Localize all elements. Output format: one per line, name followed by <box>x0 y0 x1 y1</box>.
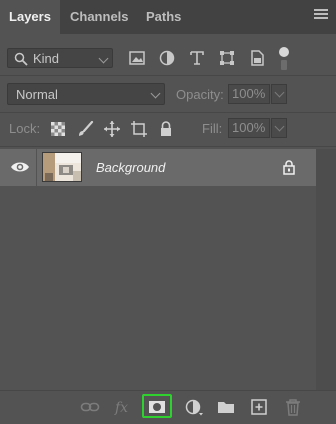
image-filter-icon[interactable] <box>128 49 146 67</box>
panel-menu-icon[interactable] <box>314 9 328 23</box>
tab-bar: Layers Channels Paths <box>0 0 336 34</box>
tab-channels[interactable]: Channels <box>70 0 129 34</box>
filter-kind-select[interactable]: Kind <box>7 48 113 68</box>
svg-text:fx: fx <box>114 400 128 416</box>
add-mask-icon[interactable] <box>147 398 167 416</box>
row-separator <box>36 149 37 186</box>
layer-row-background[interactable]: Background <box>0 149 316 186</box>
chevron-down-icon <box>98 53 109 64</box>
new-layer-icon[interactable] <box>249 398 269 416</box>
fill-input[interactable]: 100% <box>228 118 270 138</box>
divider <box>0 112 336 113</box>
lock-all-icon[interactable] <box>157 120 175 138</box>
delete-layer-icon[interactable] <box>283 398 303 416</box>
fill-dropdown[interactable] <box>271 118 287 138</box>
layer-name[interactable]: Background <box>96 160 165 175</box>
blend-mode-value: Normal <box>16 87 58 102</box>
fx-icon[interactable]: fx <box>113 398 133 416</box>
opacity-dropdown[interactable] <box>271 84 287 104</box>
layer-lock-icon <box>283 160 295 175</box>
adjustment-filter-icon[interactable] <box>158 49 176 67</box>
layer-thumbnail[interactable] <box>42 152 82 182</box>
shape-filter-icon[interactable] <box>218 49 236 67</box>
type-filter-icon[interactable] <box>188 49 206 67</box>
lock-label: Lock: <box>9 121 41 136</box>
layers-panel: Layers Channels Paths Kind Normal Opacit… <box>0 0 336 424</box>
link-layers-icon[interactable] <box>80 398 100 416</box>
opacity-label: Opacity: <box>176 87 224 102</box>
lock-artboard-icon[interactable] <box>130 120 148 138</box>
opacity-input[interactable]: 100% <box>228 84 270 104</box>
fill-label: Fill: <box>202 121 223 136</box>
filter-toggle-bar <box>281 60 287 70</box>
tab-layers[interactable]: Layers <box>0 0 60 34</box>
visibility-eye-icon[interactable] <box>10 159 30 175</box>
adjustment-layer-icon[interactable] <box>184 398 204 416</box>
smart-object-filter-icon[interactable] <box>248 49 266 67</box>
divider <box>0 75 336 76</box>
blend-mode-select[interactable]: Normal <box>7 83 165 105</box>
lock-image-pixels-icon[interactable] <box>76 120 94 138</box>
filter-toggle-icon[interactable] <box>279 47 289 57</box>
chevron-down-icon <box>274 121 285 132</box>
search-icon <box>14 52 28 66</box>
chevron-down-icon <box>274 87 285 98</box>
chevron-down-icon <box>150 88 161 99</box>
filter-kind-label: Kind <box>33 51 60 66</box>
thumbnail-image <box>43 153 81 181</box>
scrollbar[interactable] <box>316 149 336 390</box>
divider <box>0 146 336 147</box>
tab-paths[interactable]: Paths <box>146 0 181 34</box>
lock-transparent-pixels-icon[interactable] <box>49 120 67 138</box>
new-group-icon[interactable] <box>216 398 236 416</box>
lock-position-icon[interactable] <box>103 120 121 138</box>
